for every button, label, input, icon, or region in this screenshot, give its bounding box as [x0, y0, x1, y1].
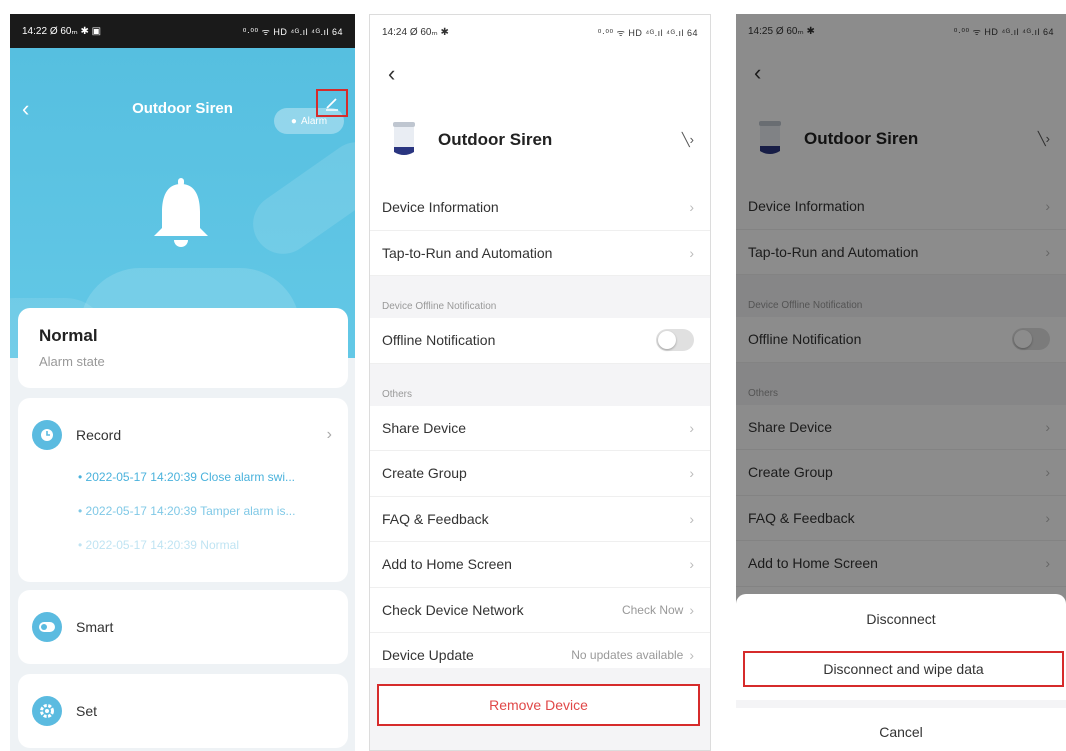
settings-menu: Device Information › Tap-to-Run and Autom…	[370, 185, 710, 679]
set-card[interactable]: Set	[18, 674, 348, 748]
siren-device-icon	[393, 122, 415, 155]
status-bar: 14:22 Ø 60ₘ ✱ ▣ ⁰·⁰⁰ ᯤ HD ⁴ᴳ.ıl ⁴ᴳ.ıl 64	[10, 14, 355, 48]
chevron-right-icon: ›	[689, 556, 694, 573]
record-item[interactable]: 2022-05-17 14:20:39 Normal	[78, 538, 334, 552]
edit-button[interactable]	[316, 89, 348, 117]
device-name: Outdoor Siren	[438, 130, 553, 149]
chevron-right-icon: ›	[689, 199, 694, 216]
gear-icon	[32, 696, 62, 726]
chevron-right-icon: ›	[689, 465, 694, 482]
status-icons-right: ⁰·⁰⁰ ᯤ HD ⁴ᴳ.ıl ⁴ᴳ.ıl 64	[242, 26, 343, 37]
menu-faq-feedback[interactable]: FAQ & Feedback ›	[370, 497, 710, 542]
smart-card[interactable]: Smart	[18, 590, 348, 664]
smart-label: Smart	[76, 619, 114, 635]
offline-toggle[interactable]	[656, 329, 694, 352]
status-icons-left: Ø 60ₘ ✱	[409, 26, 449, 38]
disconnect-wipe-option[interactable]: Disconnect and wipe data	[743, 651, 1064, 687]
back-icon[interactable]: ‹	[388, 61, 395, 87]
record-card[interactable]: Record › 2022-05-17 14:20:39 Close alarm…	[18, 398, 348, 582]
set-label: Set	[76, 703, 98, 719]
action-sheet: Disconnect Disconnect and wipe data Canc…	[736, 594, 1066, 751]
status-icons-right: ⁰·⁰⁰ ᯤ HD ⁴ᴳ.ıl ⁴ᴳ.ıl 64	[597, 27, 698, 38]
chevron-right-icon: ›	[689, 419, 694, 436]
chevron-right-icon: ›	[689, 244, 694, 261]
chevron-right-icon: ›	[689, 510, 694, 527]
remove-device-sheet-screen: 14:25 Ø 60ₘ ✱ ⁰·⁰⁰ ᯤ HD ⁴ᴳ.ıl ⁴ᴳ.ıl 64 ‹…	[736, 14, 1066, 751]
chevron-right-icon: ›	[326, 426, 332, 443]
section-header: Device Offline Notification	[370, 276, 710, 318]
chevron-right-icon: ›	[689, 601, 694, 618]
chevron-right-icon: ›	[689, 647, 694, 664]
check-now-link[interactable]: Check Now	[622, 603, 683, 617]
device-settings-screen: 14:24 Ø 60ₘ ✱ ⁰·⁰⁰ ᯤ HD ⁴ᴳ.ıl ⁴ᴳ.ıl 64 ‹…	[369, 14, 711, 751]
menu-device-information[interactable]: Device Information ›	[370, 185, 710, 231]
device-panel-screen: 14:22 Ø 60ₘ ✱ ▣ ⁰·⁰⁰ ᯤ HD ⁴ᴳ.ıl ⁴ᴳ.ıl 64…	[10, 14, 355, 751]
clock-icon	[32, 420, 62, 450]
menu-share-device[interactable]: Share Device ›	[370, 406, 710, 451]
bell-icon	[154, 178, 208, 247]
remove-device-button[interactable]: Remove Device	[377, 684, 700, 726]
menu-create-group[interactable]: Create Group ›	[370, 451, 710, 497]
device-header[interactable]: Outdoor Siren ╲›	[370, 110, 710, 170]
update-status: No updates available	[571, 648, 684, 663]
remove-area: Remove Device	[370, 668, 710, 750]
disconnect-option[interactable]: Disconnect	[736, 594, 1066, 644]
record-item[interactable]: 2022-05-17 14:20:39 Tamper alarm is...	[78, 504, 334, 518]
record-item[interactable]: 2022-05-17 14:20:39 Close alarm swi...	[78, 470, 334, 484]
state-subtitle: Alarm state	[39, 354, 105, 369]
status-icons-left: Ø 60ₘ ✱ ▣	[49, 25, 102, 37]
menu-add-home-screen[interactable]: Add to Home Screen ›	[370, 542, 710, 588]
section-header: Others	[370, 363, 710, 406]
pencil-icon	[326, 98, 338, 111]
edit-name-icon[interactable]: ╲›	[682, 132, 694, 148]
alarm-state-card: Normal Alarm state	[18, 308, 348, 388]
menu-offline-notification: Offline Notification	[370, 318, 710, 364]
alarm-badge-label: Alarm	[300, 115, 328, 127]
state-title: Normal	[39, 326, 98, 345]
status-bar: 14:24 Ø 60ₘ ✱ ⁰·⁰⁰ ᯤ HD ⁴ᴳ.ıl ⁴ᴳ.ıl 64	[370, 15, 710, 49]
status-time: 14:24	[382, 26, 408, 38]
sheet-divider	[736, 700, 1066, 708]
status-time: 14:22	[22, 25, 48, 37]
bell-small-icon: ●	[290, 115, 297, 127]
record-list: 2022-05-17 14:20:39 Close alarm swi... 2…	[32, 470, 334, 552]
cancel-button[interactable]: Cancel	[736, 714, 1066, 750]
menu-check-network[interactable]: Check Device Network Check Now ›	[370, 588, 710, 633]
toggle-icon	[32, 612, 62, 642]
record-label: Record	[76, 427, 122, 443]
menu-tap-to-run[interactable]: Tap-to-Run and Automation ›	[370, 231, 710, 276]
